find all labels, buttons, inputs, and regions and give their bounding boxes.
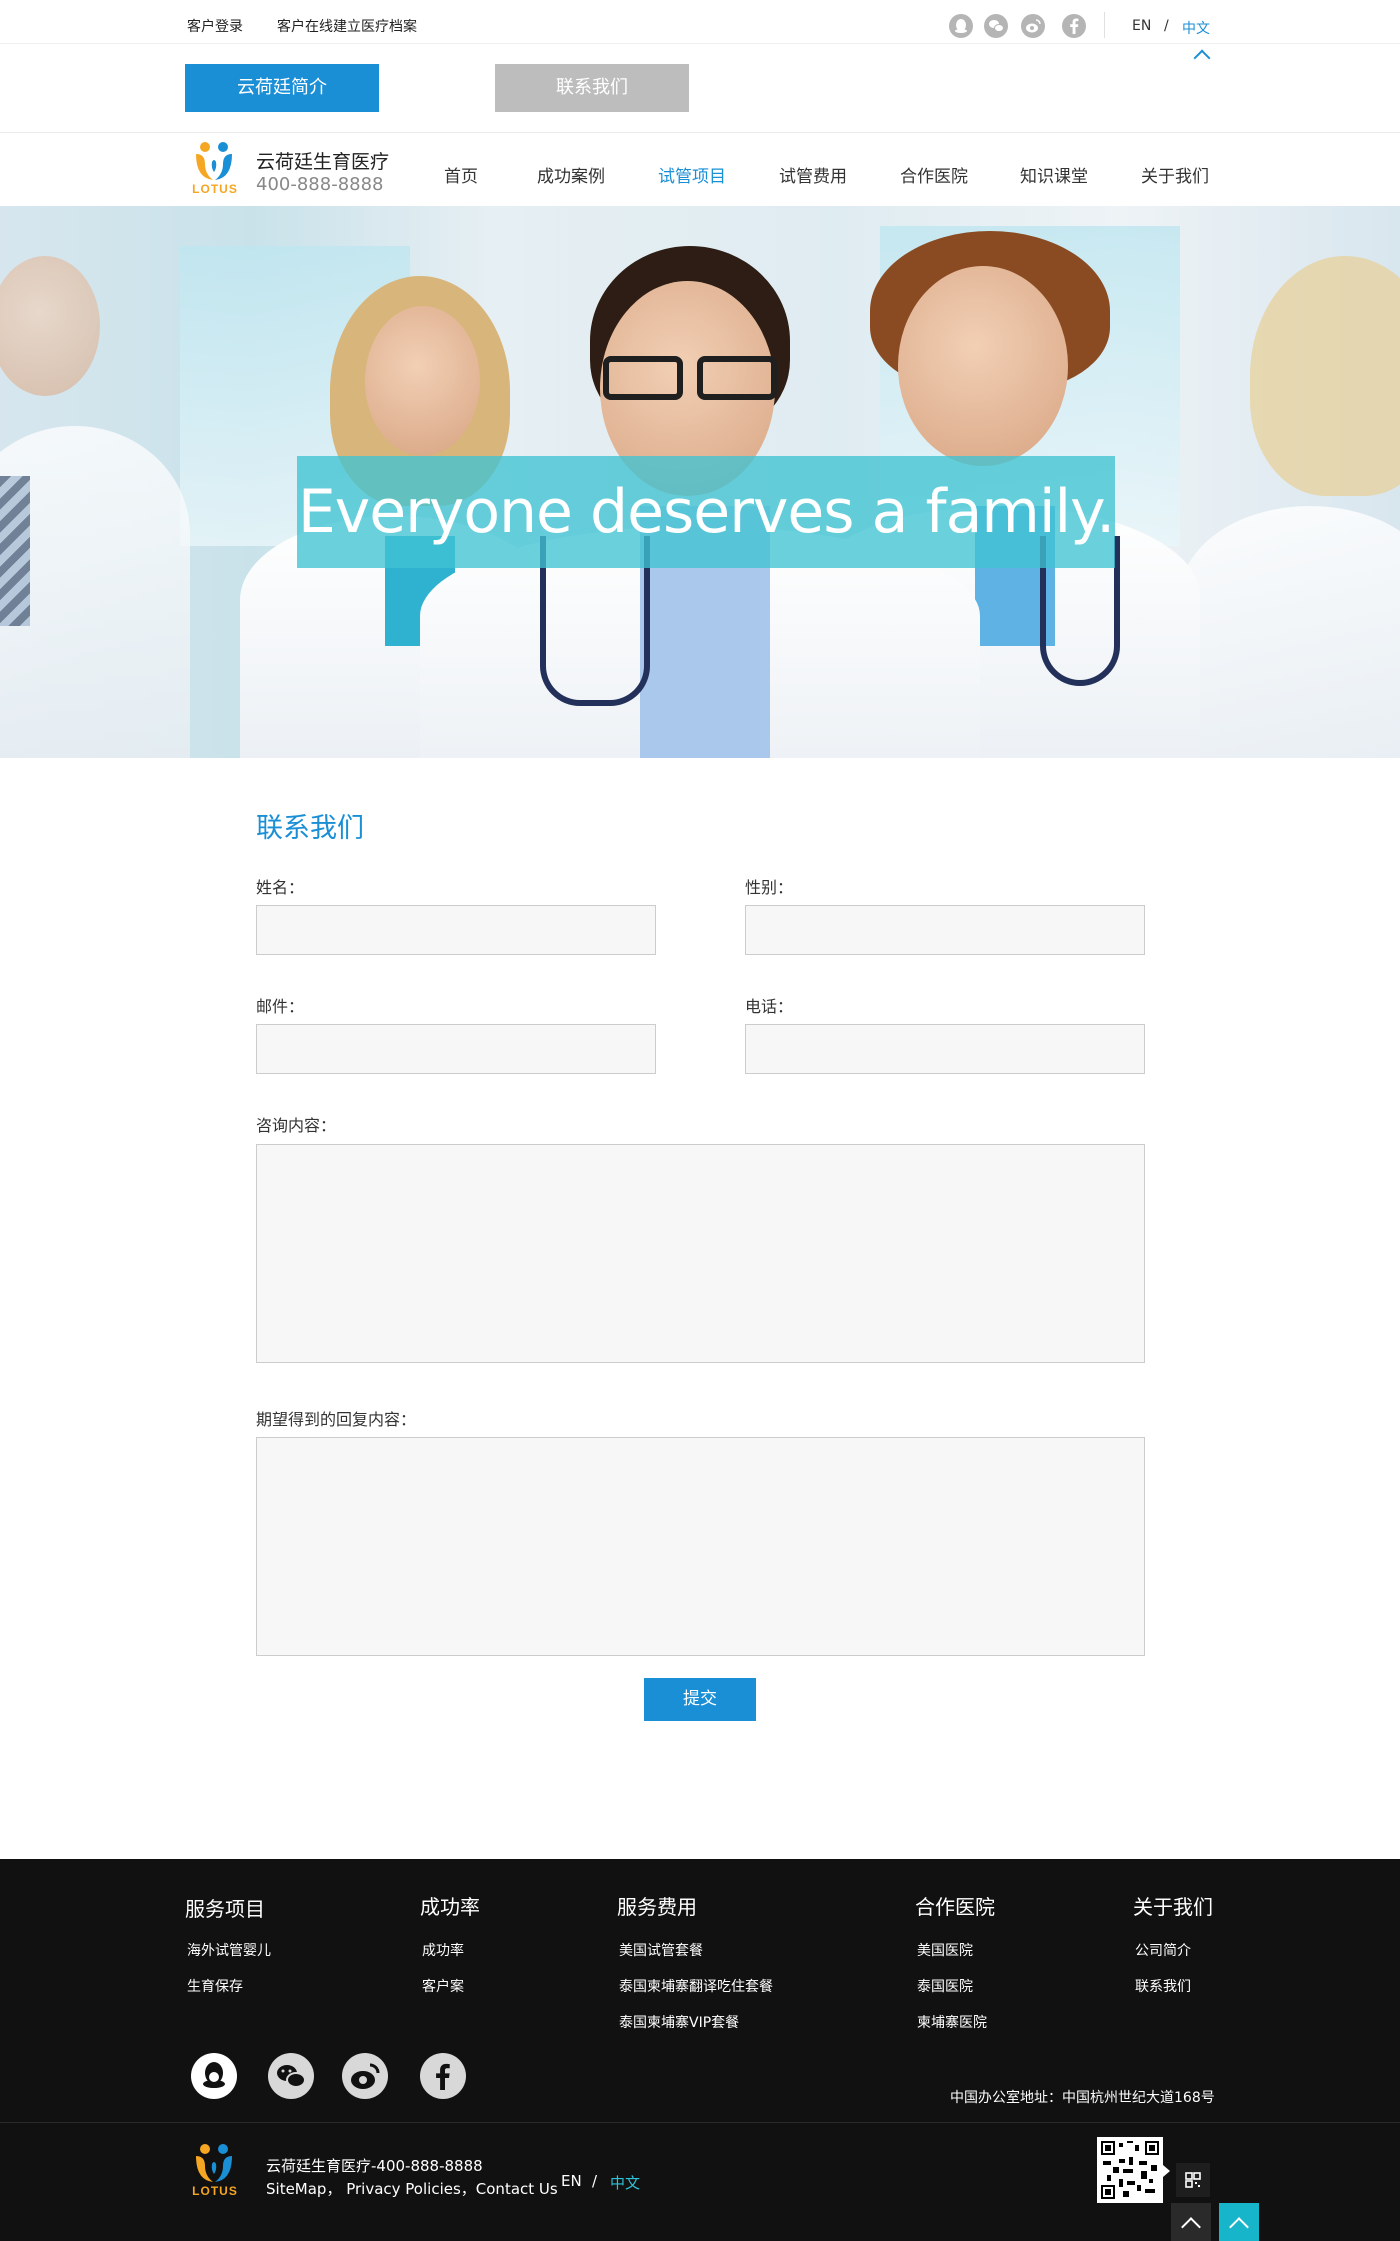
qq-icon[interactable] <box>949 14 973 38</box>
doctor-figure <box>898 266 1068 466</box>
lang-en-link[interactable]: EN <box>561 2172 582 2190</box>
quick-tabs: 云荷廷简介 联系我们 <box>0 44 1400 133</box>
inquiry-textarea[interactable] <box>256 1144 1145 1363</box>
footer-link[interactable]: 联系我们 <box>1135 1976 1191 1996</box>
tab-contact[interactable]: 联系我们 <box>495 64 689 112</box>
hero-tagline: Everyone deserves a family. <box>297 477 1115 547</box>
topbar-divider <box>1104 12 1105 38</box>
qq-icon[interactable] <box>191 2053 237 2099</box>
footer-col-title: 关于我们 <box>1133 1895 1213 1919</box>
qr-pointer <box>1163 2165 1170 2177</box>
glasses-graphic <box>603 356 683 400</box>
footer-link[interactable]: 成功率 <box>422 1940 464 1960</box>
footer-link[interactable]: 客户案 <box>422 1976 464 1996</box>
customer-login-link[interactable]: 客户登录 <box>187 16 243 36</box>
submit-button[interactable]: 提交 <box>644 1678 756 1721</box>
footer-link[interactable]: 美国试管套餐 <box>619 1940 703 1960</box>
footer-link[interactable]: 泰国柬埔寨翻译吃住套餐 <box>619 1976 773 1996</box>
hero-banner-image: Everyone deserves a family. <box>0 206 1400 758</box>
email-label: 邮件： <box>256 997 305 1016</box>
logo-wordmark: LOTUS <box>192 182 238 196</box>
inquiry-label: 咨询内容： <box>256 1116 337 1135</box>
nav-ivf-projects[interactable]: 试管项目 <box>658 162 726 187</box>
lotus-logo[interactable]: LOTUS <box>185 2138 245 2200</box>
form-title: 联系我们 <box>256 813 364 844</box>
gender-field[interactable] <box>745 905 1145 955</box>
scroll-up-button[interactable] <box>1171 2203 1211 2241</box>
nav-partner-hospitals[interactable]: 合作医院 <box>900 162 968 187</box>
nav-home[interactable]: 首页 <box>444 162 478 187</box>
hero-tagline-box: Everyone deserves a family. <box>297 456 1115 568</box>
brand-phone: 400-888-8888 <box>256 174 384 195</box>
chevron-up-icon <box>1229 2217 1249 2237</box>
footer-divider <box>0 2122 1400 2123</box>
footer-brand-line: 云荷廷生育医疗-400-888-8888 <box>266 2157 483 2175</box>
office-address: 中国办公室地址：中国杭州世纪大道168号 <box>950 2090 1215 2106</box>
footer-links[interactable]: SiteMap， Privacy Policies，Contact Us <box>266 2178 558 2199</box>
expected-reply-textarea[interactable] <box>256 1437 1145 1656</box>
name-field[interactable] <box>256 905 656 955</box>
weibo-icon[interactable] <box>1021 14 1045 38</box>
facebook-icon[interactable] <box>420 2053 466 2099</box>
lang-separator: / <box>592 2172 598 2190</box>
wechat-icon[interactable] <box>268 2053 314 2099</box>
qr-code-icon[interactable] <box>1176 2163 1210 2197</box>
logo-wordmark: LOTUS <box>192 2184 238 2198</box>
name-label: 姓名： <box>256 878 305 897</box>
doctor-figure <box>0 256 100 396</box>
lotus-logo[interactable]: LOTUS <box>185 136 245 198</box>
expected-reply-label: 期望得到的回复内容： <box>256 1410 417 1429</box>
nav-success-cases[interactable]: 成功案例 <box>537 162 605 187</box>
lang-cn-link[interactable]: 中文 <box>610 2172 640 2193</box>
footer-link[interactable]: 生育保存 <box>187 1976 243 1996</box>
footer-col-title: 成功率 <box>420 1895 480 1919</box>
brand-name: 云荷廷生育医疗 <box>256 151 390 173</box>
footer-col-title: 服务费用 <box>617 1895 697 1919</box>
gender-label: 性别： <box>745 878 794 897</box>
phone-label: 电话： <box>745 997 794 1016</box>
footer-col-title: 合作医院 <box>915 1895 995 1919</box>
nav-knowledge[interactable]: 知识课堂 <box>1020 162 1088 187</box>
glasses-graphic <box>697 356 777 400</box>
lang-cn-link[interactable]: 中文 <box>1182 18 1210 38</box>
footer-link[interactable]: 美国医院 <box>917 1940 973 1960</box>
nav-ivf-costs[interactable]: 试管费用 <box>779 162 847 187</box>
doctor-figure <box>365 306 480 456</box>
footer-link[interactable]: 泰国柬埔寨VIP套餐 <box>619 2012 739 2032</box>
tab-intro[interactable]: 云荷廷简介 <box>185 64 379 112</box>
doctor-figure <box>1250 256 1400 496</box>
qr-code <box>1097 2137 1163 2203</box>
lang-en-link[interactable]: EN <box>1132 18 1151 34</box>
wechat-icon[interactable] <box>984 14 1008 38</box>
footer-col-title: 服务项目 <box>185 1897 265 1921</box>
email-field[interactable] <box>256 1024 656 1074</box>
lang-separator: / <box>1164 18 1169 34</box>
tie-graphic <box>0 476 30 626</box>
footer-link[interactable]: 柬埔寨医院 <box>917 2012 987 2032</box>
facebook-icon[interactable] <box>1062 14 1086 38</box>
phone-field[interactable] <box>745 1024 1145 1074</box>
nav-about-us[interactable]: 关于我们 <box>1141 162 1209 187</box>
weibo-icon[interactable] <box>342 2053 388 2099</box>
medical-archive-link[interactable]: 客户在线建立医疗档案 <box>277 16 417 36</box>
footer-link[interactable]: 泰国医院 <box>917 1976 973 1996</box>
top-utility-bar: 客户登录 客户在线建立医疗档案 EN / 中文 <box>0 0 1400 44</box>
footer-link[interactable]: 海外试管婴儿 <box>187 1940 271 1960</box>
back-to-top-button[interactable] <box>1219 2203 1259 2241</box>
chevron-up-icon <box>1181 2217 1201 2237</box>
doctor-figure <box>1180 506 1400 758</box>
footer-link[interactable]: 公司简介 <box>1135 1940 1191 1960</box>
